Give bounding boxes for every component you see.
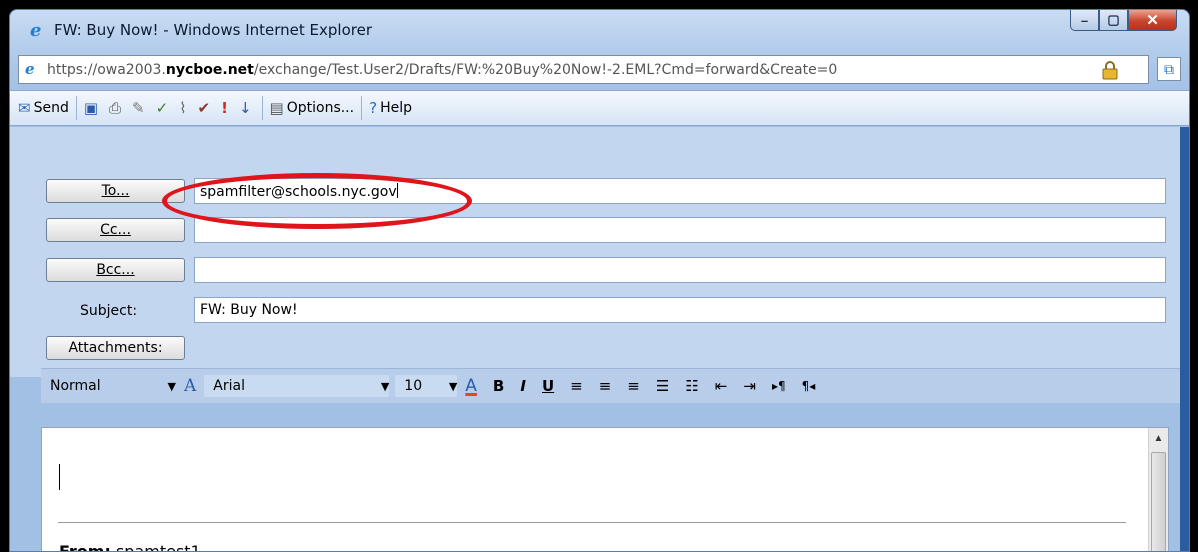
attachments-button[interactable]: Attachments: bbox=[46, 336, 185, 360]
to-button[interactable]: To... bbox=[46, 179, 185, 203]
window-title: FW: Buy Now! - Windows Internet Explorer bbox=[54, 21, 372, 39]
to-field[interactable]: spamfilter@schools.nyc.gov bbox=[194, 178, 1166, 204]
chevron-down-icon: ▼ bbox=[380, 379, 390, 393]
numbered-list-icon[interactable]: ☷ bbox=[685, 377, 698, 395]
divider bbox=[58, 522, 1126, 523]
options-icon: ▤ bbox=[269, 99, 284, 117]
size-select[interactable]: 10 ▼ bbox=[395, 375, 458, 397]
message-body-editor[interactable]: From: spamtest1 ▲ bbox=[41, 427, 1169, 552]
subject-field[interactable]: FW: Buy Now! bbox=[194, 297, 1166, 323]
format-toolbar: Normal ▼ A Arial ▼ 10 ▼ A B I U ≡ ≡ ≡ ☰ … bbox=[41, 368, 1182, 403]
vertical-scrollbar[interactable]: ▲ bbox=[1148, 428, 1168, 551]
paperclip-icon: ⌇ bbox=[179, 99, 187, 117]
options-button[interactable]: ▤ Options... bbox=[266, 94, 359, 122]
maximize-button[interactable]: ▢ bbox=[1099, 10, 1128, 31]
print-button[interactable]: ⎙ bbox=[105, 94, 128, 122]
save-button[interactable]: ▣ bbox=[80, 94, 105, 122]
rtl-icon[interactable]: ¶◂ bbox=[802, 379, 816, 393]
cc-field[interactable] bbox=[194, 217, 1166, 243]
ie-logo-icon: e bbox=[30, 20, 42, 41]
spelling-icon: ✓ bbox=[155, 99, 169, 117]
check-names-button[interactable]: ✎ bbox=[128, 94, 152, 122]
address-book-button[interactable]: ✔ bbox=[194, 94, 218, 122]
check-names-icon: ✎ bbox=[132, 99, 145, 117]
chevron-down-icon: ▼ bbox=[448, 379, 458, 393]
ie-page-icon: e bbox=[25, 60, 35, 78]
scroll-up-icon[interactable]: ▲ bbox=[1149, 428, 1168, 448]
compose-toolbar: ✉ Send ▣ ⎙ ✎ ✓ ⌇ ✔ ! ↓ ▤ Options... ? He… bbox=[10, 90, 1189, 126]
bcc-button[interactable]: Bcc... bbox=[46, 258, 185, 282]
text-cursor bbox=[396, 183, 398, 198]
font-color-a-icon: A bbox=[184, 376, 197, 396]
subject-label: Subject: bbox=[80, 303, 138, 319]
italic-icon[interactable]: I bbox=[520, 377, 526, 395]
importance-low-button[interactable]: ↓ bbox=[235, 94, 259, 122]
lock-icon[interactable] bbox=[1101, 60, 1119, 80]
align-right-icon[interactable]: ≡ bbox=[627, 377, 640, 395]
compatibility-view-icon[interactable]: ⧉ bbox=[1157, 57, 1181, 81]
send-icon: ✉ bbox=[18, 99, 31, 117]
bullet-list-icon[interactable]: ☰ bbox=[656, 377, 669, 395]
toolbar-separator bbox=[361, 96, 363, 120]
toolbar-separator bbox=[261, 96, 263, 120]
underline-icon[interactable]: U bbox=[542, 377, 554, 395]
attach-button[interactable]: ⌇ bbox=[175, 94, 193, 122]
help-icon: ? bbox=[369, 99, 378, 117]
font-select[interactable]: Arial ▼ bbox=[204, 375, 390, 397]
address-url[interactable]: https://owa2003.nycboe.net/exchange/Test… bbox=[47, 62, 837, 78]
importance-low-icon: ↓ bbox=[238, 99, 252, 117]
send-button[interactable]: ✉ Send bbox=[14, 94, 73, 122]
minimize-button[interactable]: – bbox=[1070, 10, 1099, 31]
toolbar-separator bbox=[75, 96, 77, 120]
address-book-icon: ✔ bbox=[197, 99, 211, 117]
print-icon: ⎙ bbox=[109, 99, 122, 117]
close-button[interactable]: ✕ bbox=[1128, 10, 1177, 31]
align-left-icon[interactable]: ≡ bbox=[570, 377, 583, 395]
importance-high-icon: ! bbox=[221, 99, 228, 117]
title-bar: e FW: Buy Now! - Windows Internet Explor… bbox=[10, 10, 1189, 48]
cc-button[interactable]: Cc... bbox=[46, 218, 185, 242]
spelling-button[interactable]: ✓ bbox=[152, 94, 176, 122]
scroll-thumb[interactable] bbox=[1151, 452, 1166, 551]
save-icon: ▣ bbox=[83, 99, 99, 117]
bold-icon[interactable]: B bbox=[493, 377, 504, 395]
window-controls: – ▢ ✕ bbox=[1070, 10, 1177, 32]
style-select[interactable]: Normal ▼ bbox=[41, 375, 176, 397]
text-cursor bbox=[59, 464, 60, 490]
align-center-icon[interactable]: ≡ bbox=[599, 377, 612, 395]
help-button[interactable]: ? Help bbox=[365, 94, 416, 122]
forwarded-from-line: From: spamtest1 bbox=[59, 542, 201, 552]
address-bar[interactable]: e https://owa2003.nycboe.net/exchange/Te… bbox=[18, 55, 1149, 84]
ie-window: e FW: Buy Now! - Windows Internet Explor… bbox=[9, 9, 1190, 552]
bcc-field[interactable] bbox=[194, 257, 1166, 283]
chevron-down-icon: ▼ bbox=[167, 379, 176, 393]
indent-icon[interactable]: ⇥ bbox=[743, 377, 756, 395]
outdent-icon[interactable]: ⇤ bbox=[715, 377, 728, 395]
importance-high-button[interactable]: ! bbox=[217, 94, 235, 122]
text-color-icon[interactable]: A bbox=[465, 376, 477, 396]
window-frame-edge bbox=[1180, 127, 1189, 551]
ltr-icon[interactable]: ▸¶ bbox=[772, 379, 786, 393]
compose-form bbox=[10, 127, 1189, 377]
